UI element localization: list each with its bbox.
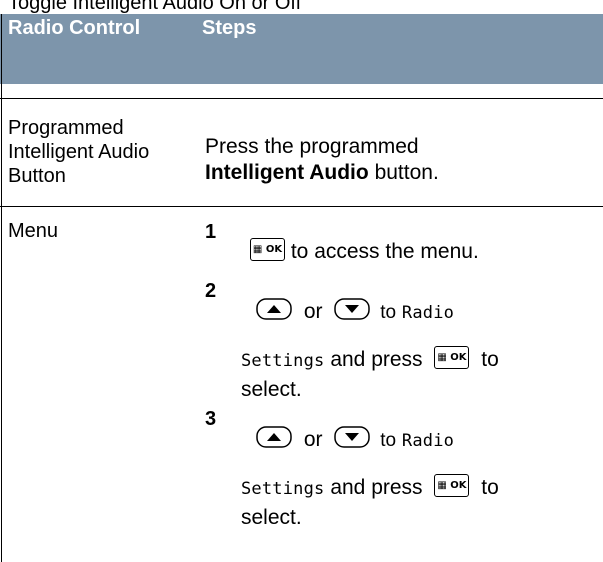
table-header-row: Radio Control Steps (0, 14, 603, 84)
to-text: to (481, 476, 499, 499)
or-text: or (303, 428, 323, 451)
step-2-line-2: Settings and press ▦ OK to (241, 345, 499, 372)
menu-option-text: Radio (401, 303, 455, 323)
step-2-line-1: or to Radio (256, 298, 455, 324)
row-divider (0, 206, 603, 207)
or-text: or (303, 300, 323, 323)
step-3-line-1: or to Radio (256, 426, 455, 452)
to-text: to (481, 348, 499, 371)
row-divider (0, 98, 603, 99)
and-press-text: and press (330, 476, 423, 499)
header-steps: Steps (202, 17, 257, 39)
step-text: to access the menu. (290, 240, 479, 263)
down-arrow-key-icon (334, 298, 371, 321)
menu-ok-key-icon: ▦ OK (434, 473, 470, 497)
table-left-border (1, 14, 2, 562)
step-number: 3 (205, 408, 217, 430)
menu-option-text: Radio (401, 431, 455, 451)
step-bold-label: Intelligent Audio (205, 161, 369, 184)
menu-ok-key-icon: ▦ OK (434, 345, 470, 369)
step-3-line-3: select. (241, 506, 302, 529)
to-text: to (380, 302, 397, 323)
menu-ok-key-icon: ▦ OK (250, 237, 285, 261)
header-radio-control: Radio Control (8, 17, 141, 39)
up-arrow-key-icon (256, 426, 292, 449)
control-programmed-button: Programmed Intelligent Audio Button (8, 117, 150, 187)
menu-option-text: Settings (241, 351, 325, 371)
step-number: 1 (205, 221, 217, 243)
step-press-button: Press the programmed Intelligent Audio b… (205, 134, 595, 186)
up-arrow-key-icon (256, 298, 292, 321)
step-text-after: button. (374, 161, 439, 184)
step-number: 2 (205, 280, 217, 302)
step-1-line: ▦ OK to access the menu. (250, 237, 479, 264)
and-press-text: and press (330, 348, 423, 371)
to-text: to (380, 430, 397, 451)
menu-option-text: Settings (241, 479, 325, 499)
control-menu: Menu (8, 220, 59, 242)
step-text: Press the programmed (205, 135, 419, 158)
step-2-line-3: select. (241, 378, 302, 401)
section-title: Toggle Intelligent Audio On or Off (8, 0, 302, 14)
step-3-line-2: Settings and press ▦ OK to (241, 473, 499, 500)
down-arrow-key-icon (334, 426, 371, 449)
